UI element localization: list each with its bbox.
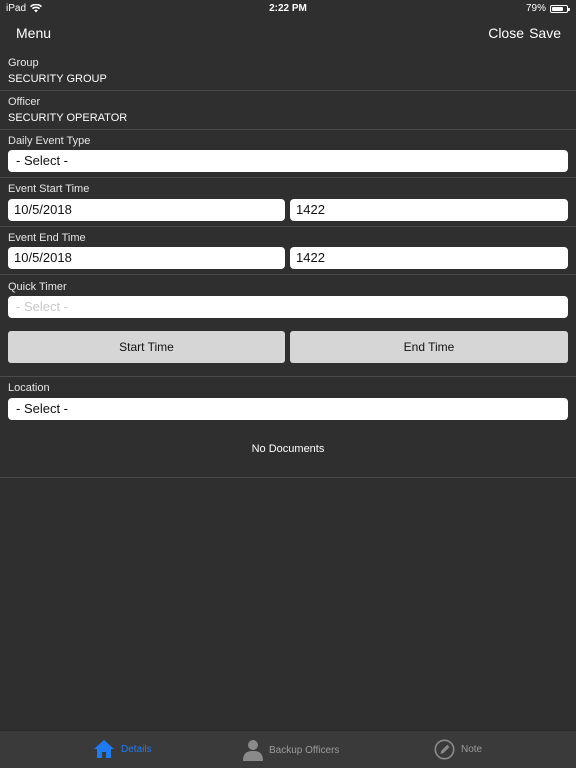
person-icon xyxy=(243,740,263,761)
home-icon xyxy=(94,740,114,758)
officer-label: Officer xyxy=(8,96,41,108)
tab-note-label: Note xyxy=(461,744,483,755)
divider xyxy=(0,129,576,130)
battery-icon xyxy=(550,4,570,13)
daily-event-type-label: Daily Event Type xyxy=(8,135,91,147)
save-button[interactable]: Save xyxy=(529,25,561,41)
tab-note[interactable]: Note xyxy=(434,739,482,760)
nav-bar: Menu Close Save xyxy=(0,17,576,49)
divider xyxy=(0,90,576,91)
officer-value: SECURITY OPERATOR xyxy=(8,112,128,124)
no-documents-text: No Documents xyxy=(251,443,325,455)
event-start-time-input[interactable]: 1422 xyxy=(290,199,568,221)
quick-timer-select[interactable]: - Select - xyxy=(8,296,568,318)
group-value: SECURITY GROUP xyxy=(8,73,107,85)
event-end-time-label: Event End Time xyxy=(8,232,86,244)
battery-percent: 79% xyxy=(525,3,546,14)
tab-bar: Details Backup Officers Note xyxy=(0,730,576,768)
event-end-time-input[interactable]: 1422 xyxy=(290,247,568,269)
location-select[interactable]: - Select - xyxy=(8,398,568,420)
divider xyxy=(0,226,576,227)
status-right: 79% xyxy=(525,3,570,14)
screen: iPad 2:22 PM 79% Menu Close Save Group S… xyxy=(0,0,576,768)
tab-backup-officers[interactable]: Backup Officers xyxy=(243,739,339,761)
menu-button[interactable]: Menu xyxy=(16,25,51,41)
event-end-date-input[interactable]: 10/5/2018 xyxy=(8,247,285,269)
tab-backup-officers-label: Backup Officers xyxy=(269,744,340,756)
tab-details-label: Details xyxy=(121,743,152,755)
quick-timer-label: Quick Timer xyxy=(8,281,67,293)
divider xyxy=(0,274,576,275)
divider xyxy=(0,477,576,478)
daily-event-type-select[interactable]: - Select - xyxy=(8,150,568,172)
status-time: 2:22 PM xyxy=(269,3,307,14)
tab-details[interactable]: Details xyxy=(93,739,152,759)
close-button[interactable]: Close xyxy=(488,25,524,41)
event-start-date-input[interactable]: 10/5/2018 xyxy=(8,199,285,221)
group-label: Group xyxy=(8,57,39,69)
pencil-icon xyxy=(434,739,455,760)
divider xyxy=(0,376,576,377)
status-bar: iPad 2:22 PM 79% xyxy=(0,0,576,17)
start-time-button[interactable]: Start Time xyxy=(8,331,285,363)
divider xyxy=(0,177,576,178)
end-time-button[interactable]: End Time xyxy=(290,331,568,363)
event-start-time-label: Event Start Time xyxy=(8,183,90,195)
location-label: Location xyxy=(8,382,50,394)
